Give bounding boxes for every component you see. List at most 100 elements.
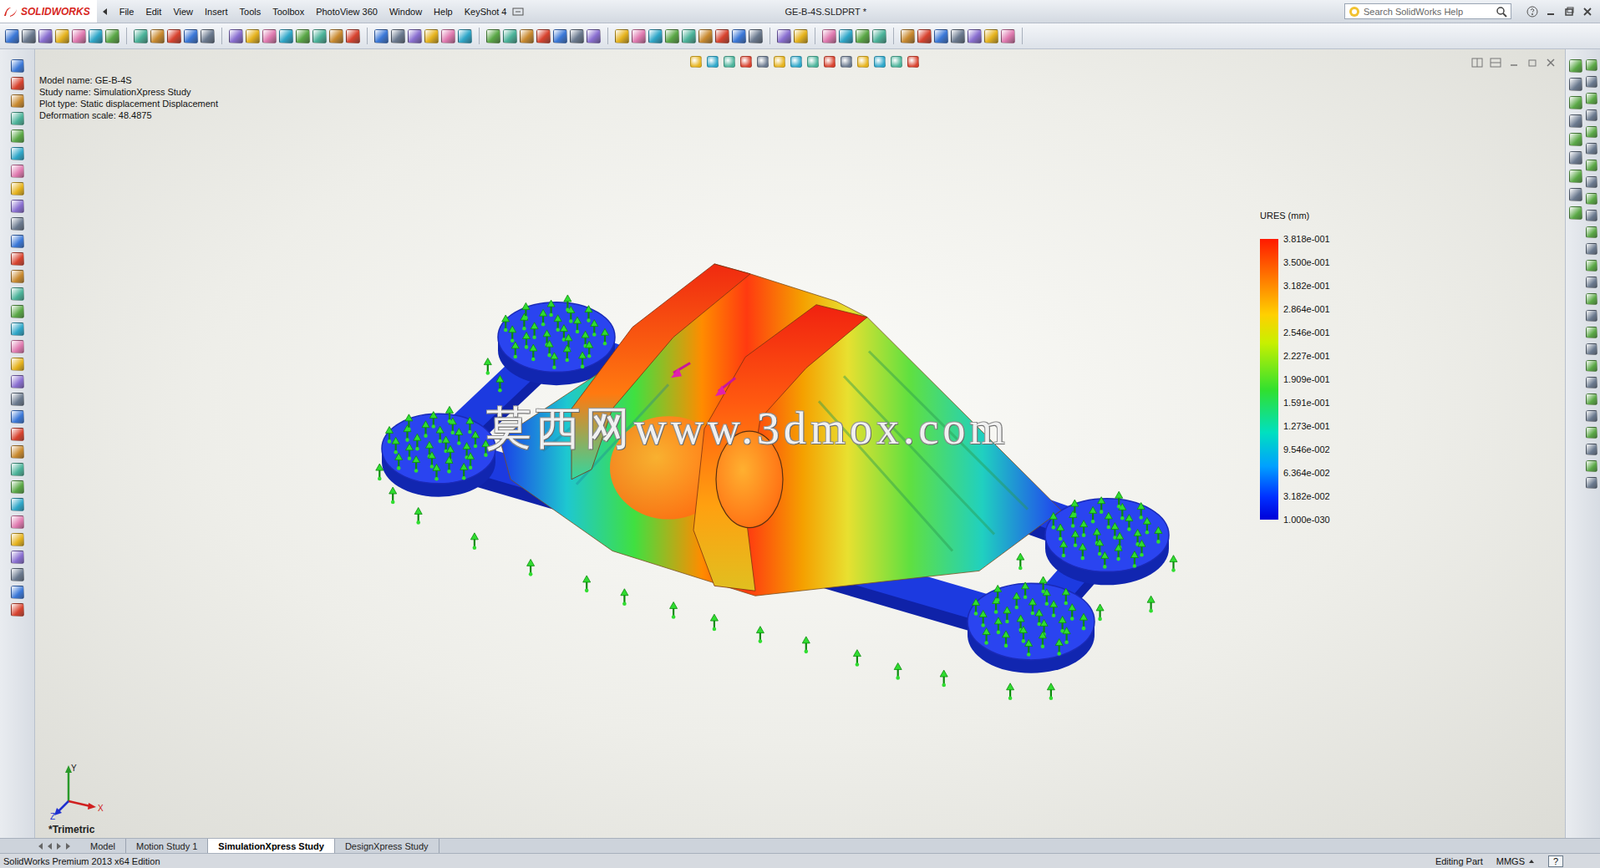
sketch-tool-icon[interactable] — [1585, 426, 1598, 439]
task-pane-icon[interactable] — [1569, 206, 1583, 220]
tool-icon[interactable] — [900, 29, 915, 44]
tool-icon[interactable] — [10, 182, 25, 196]
tool-icon[interactable] — [10, 357, 25, 371]
tool-icon[interactable] — [10, 76, 25, 91]
tool-icon[interactable] — [934, 29, 949, 44]
tool-icon[interactable] — [822, 29, 837, 44]
menu-item[interactable]: View — [167, 6, 199, 17]
sketch-tool-icon[interactable] — [1585, 176, 1598, 188]
search-field[interactable]: Search SolidWorks Help — [1344, 3, 1512, 20]
tool-icon[interactable] — [279, 29, 294, 44]
tab-scroll-icon[interactable] — [45, 842, 54, 851]
sketch-tool-icon[interactable] — [1585, 326, 1598, 339]
restore-icon[interactable] — [1526, 57, 1539, 68]
tool-icon[interactable] — [917, 29, 932, 44]
tool-icon[interactable] — [10, 427, 25, 442]
tool-icon[interactable] — [441, 29, 456, 44]
sketch-tool-icon[interactable] — [1585, 243, 1598, 255]
tool-icon[interactable] — [10, 568, 25, 582]
sketch-tool-icon[interactable] — [1585, 477, 1598, 489]
task-pane-icon[interactable] — [1569, 151, 1583, 165]
tool-icon[interactable] — [10, 340, 25, 354]
tool-icon[interactable] — [731, 29, 747, 44]
tab-scroll-icon[interactable] — [55, 842, 63, 851]
split-view-icon[interactable] — [1489, 57, 1502, 68]
sketch-tool-icon[interactable] — [1585, 92, 1598, 105]
tool-icon[interactable] — [10, 585, 25, 600]
tool-icon[interactable] — [10, 59, 25, 73]
view-tool-icon[interactable] — [907, 55, 920, 68]
tool-icon[interactable] — [200, 29, 215, 44]
sketch-tool-icon[interactable] — [1585, 109, 1598, 122]
tool-icon[interactable] — [329, 29, 344, 44]
tool-icon[interactable] — [10, 304, 25, 319]
tool-icon[interactable] — [10, 164, 25, 178]
tool-icon[interactable] — [10, 322, 25, 336]
tool-icon[interactable] — [10, 515, 25, 529]
tool-icon[interactable] — [345, 29, 361, 44]
sketch-tool-icon[interactable] — [1585, 209, 1598, 222]
menu-item[interactable]: Edit — [139, 6, 168, 17]
tool-icon[interactable] — [374, 29, 389, 44]
logo[interactable]: SOLIDWORKS — [0, 0, 97, 23]
sketch-tool-icon[interactable] — [1585, 193, 1598, 205]
sketch-tool-icon[interactable] — [1585, 159, 1598, 172]
tool-icon[interactable] — [133, 29, 148, 44]
tab-scroll-icon[interactable] — [64, 842, 72, 851]
tool-icon[interactable] — [295, 29, 310, 44]
tool-icon[interactable] — [391, 29, 406, 44]
menu-item[interactable]: PhotoView 360 — [309, 6, 384, 17]
tool-icon[interactable] — [10, 497, 25, 512]
tool-icon[interactable] — [614, 29, 630, 44]
tool-icon[interactable] — [457, 29, 473, 44]
tool-icon[interactable] — [88, 29, 103, 44]
minimize-icon[interactable] — [1544, 5, 1557, 18]
sketch-tool-icon[interactable] — [1585, 309, 1598, 322]
sketch-tool-icon[interactable] — [1585, 410, 1598, 422]
menu-item[interactable]: Toolbox — [266, 6, 310, 17]
tool-icon[interactable] — [872, 29, 887, 44]
tool-icon[interactable] — [665, 29, 680, 44]
close-icon[interactable] — [1581, 5, 1594, 18]
tool-icon[interactable] — [71, 29, 87, 44]
menu-item[interactable]: Insert — [198, 6, 234, 17]
tool-icon[interactable] — [21, 29, 36, 44]
view-tool-icon[interactable] — [773, 55, 786, 68]
tool-icon[interactable] — [10, 480, 25, 494]
sketch-tool-icon[interactable] — [1585, 126, 1598, 138]
tool-icon[interactable] — [967, 29, 982, 44]
tool-icon[interactable] — [10, 199, 25, 214]
tab[interactable]: SimulationXpress Study — [208, 838, 336, 854]
task-pane-icon[interactable] — [1569, 96, 1583, 110]
tool-icon[interactable] — [502, 29, 518, 44]
tool-icon[interactable] — [10, 147, 25, 161]
menu-item[interactable]: File — [113, 6, 141, 17]
tool-icon[interactable] — [407, 29, 422, 44]
sketch-tool-icon[interactable] — [1585, 259, 1598, 272]
tool-icon[interactable] — [245, 29, 260, 44]
help-icon[interactable] — [1526, 5, 1539, 18]
tool-icon[interactable] — [312, 29, 327, 44]
tool-icon[interactable] — [424, 29, 439, 44]
tool-icon[interactable] — [838, 29, 854, 44]
tool-icon[interactable] — [855, 29, 870, 44]
tool-icon[interactable] — [10, 269, 25, 284]
pin-icon[interactable] — [512, 6, 524, 17]
tool-icon[interactable] — [793, 29, 808, 44]
view-tool-icon[interactable] — [823, 55, 836, 68]
tool-icon[interactable] — [553, 29, 568, 44]
view-tool-icon[interactable] — [706, 55, 719, 68]
task-pane-icon[interactable] — [1569, 132, 1583, 147]
sketch-tool-icon[interactable] — [1585, 293, 1598, 305]
tool-icon[interactable] — [631, 29, 646, 44]
close-icon[interactable] — [1544, 57, 1557, 68]
tool-icon[interactable] — [10, 392, 25, 407]
tool-icon[interactable] — [10, 533, 25, 547]
tool-icon[interactable] — [984, 29, 999, 44]
tool-icon[interactable] — [950, 29, 966, 44]
tool-icon[interactable] — [10, 94, 25, 108]
tool-icon[interactable] — [569, 29, 585, 44]
sketch-tool-icon[interactable] — [1585, 443, 1598, 456]
tool-icon[interactable] — [10, 410, 25, 424]
tool-icon[interactable] — [150, 29, 165, 44]
